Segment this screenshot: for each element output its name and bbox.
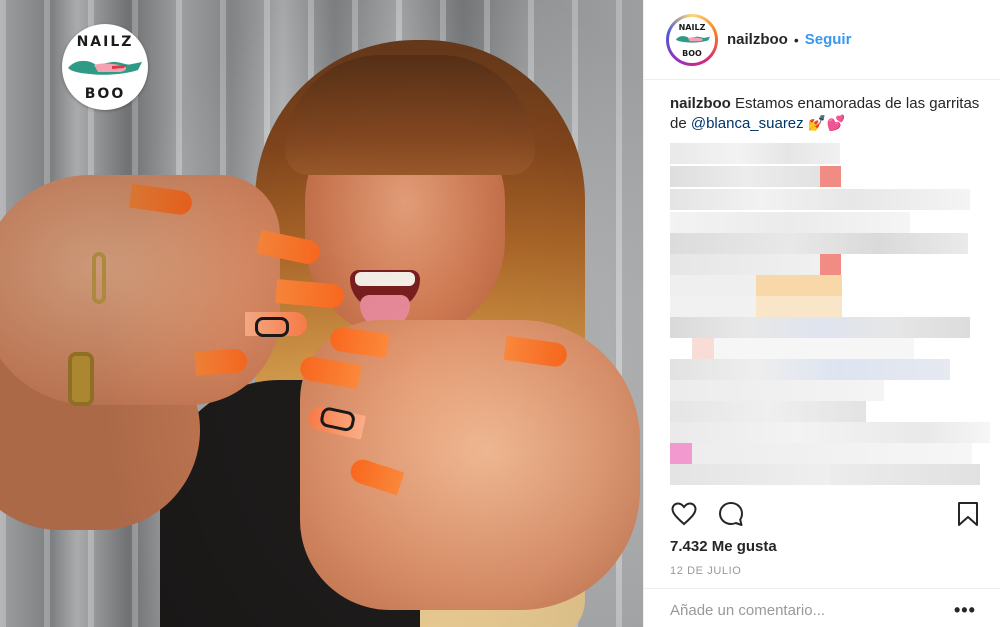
avatar[interactable]: NAILZ BOO <box>666 13 718 66</box>
avatar-text-top: NAILZ <box>678 22 706 32</box>
blurred-row <box>756 275 842 296</box>
blurred-row <box>670 401 866 422</box>
blurred-row <box>670 166 820 187</box>
mention-link[interactable]: @blanca_suarez <box>691 115 804 132</box>
like-button[interactable] <box>670 500 698 528</box>
blurred-row <box>670 443 692 464</box>
blurred-row <box>670 143 840 164</box>
blurred-row <box>670 380 884 401</box>
post-photo[interactable]: NAILZ BOO <box>0 0 643 627</box>
blurred-row <box>692 443 972 464</box>
divider <box>644 588 1000 589</box>
post-header: NAILZ BOO nailzboo • Seguir <box>644 0 1000 80</box>
avatar-text-bottom: BOO <box>682 48 702 58</box>
blurred-row <box>670 275 756 296</box>
blurred-row <box>670 254 820 275</box>
blurred-row <box>692 338 714 359</box>
caption: nailzboo Estamos enamoradas de las garri… <box>670 94 985 134</box>
blurred-row <box>670 464 830 485</box>
blurred-row <box>670 212 910 233</box>
blurred-row <box>756 296 842 317</box>
save-button[interactable] <box>954 500 982 528</box>
blurred-row <box>820 166 841 187</box>
blurred-row <box>670 233 968 254</box>
action-bar <box>670 500 982 530</box>
blurred-row <box>670 359 950 380</box>
blurred-row <box>830 464 980 485</box>
blurred-row <box>714 338 914 359</box>
likes-count[interactable]: 7.432 Me gusta <box>670 538 777 555</box>
avatar-hand-icon <box>675 35 711 43</box>
logo-text-bottom: BOO <box>84 86 126 102</box>
comment-button[interactable] <box>717 500 745 528</box>
comment-input[interactable]: Añade un comentario... <box>670 602 825 619</box>
follow-button[interactable]: Seguir <box>805 31 852 48</box>
brand-logo: NAILZ BOO <box>62 24 148 110</box>
logo-hand-icon <box>68 60 142 75</box>
caption-username[interactable]: nailzboo <box>670 95 731 112</box>
caption-emoji: 💅💕 <box>803 115 846 132</box>
heart-icon <box>671 502 697 526</box>
pixelated-comments <box>670 143 990 495</box>
post-date[interactable]: 12 DE JULIO <box>670 565 741 577</box>
more-options-button[interactable]: ••• <box>954 600 976 621</box>
blurred-row <box>670 296 756 317</box>
post-details-panel: NAILZ BOO nailzboo • Seguir nailzboo Est… <box>643 0 1000 627</box>
comment-icon <box>719 502 743 526</box>
blurred-row <box>820 254 841 275</box>
logo-text-top: NAILZ <box>76 34 134 50</box>
separator-dot: • <box>793 31 799 48</box>
username-link[interactable]: nailzboo <box>727 31 788 48</box>
blurred-row <box>670 189 970 210</box>
blurred-row <box>670 317 970 338</box>
bookmark-icon <box>958 502 978 526</box>
avatar-image: NAILZ BOO <box>669 16 715 63</box>
blurred-row <box>670 422 990 443</box>
